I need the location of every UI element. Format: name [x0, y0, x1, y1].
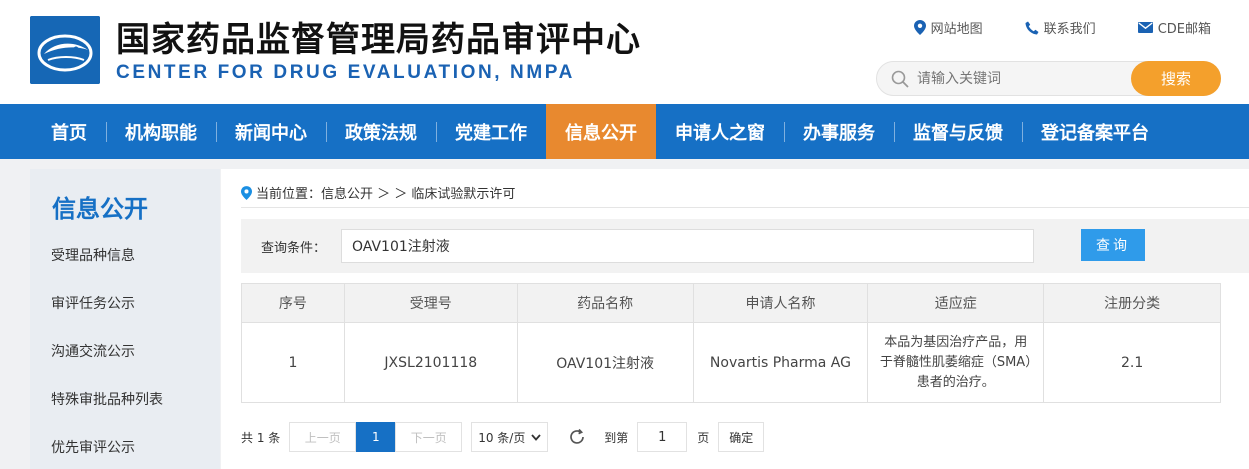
sitemap-link[interactable]: 网站地图	[913, 18, 983, 37]
site-header: 国家药品监督管理局药品审评中心 CENTER FOR DRUG EVALUATI…	[0, 0, 1249, 104]
sidebar-item-accepted[interactable]: 受理品种信息	[51, 246, 163, 294]
goto-page-input[interactable]	[637, 422, 688, 452]
nav-item-party[interactable]: 党建工作	[436, 104, 546, 159]
nav-item-services[interactable]: 办事服务	[784, 104, 894, 159]
nav-item-applicant[interactable]: 申请人之窗	[656, 104, 784, 159]
nav-item-functions[interactable]: 机构职能	[106, 104, 216, 159]
contact-link-label: 联系我们	[1043, 22, 1096, 37]
pager-total: 共 1 条	[241, 430, 281, 445]
location-pin-icon	[241, 185, 252, 200]
table-header-row: 序号 受理号 药品名称 申请人名称 适应症 注册分类	[241, 283, 1221, 323]
logo-emblem-icon	[30, 16, 100, 84]
cell-drug-name: OAV101注射液	[516, 322, 694, 403]
email-link[interactable]: CDE邮箱	[1137, 18, 1211, 37]
chevron-down-icon	[531, 433, 542, 441]
cell-index: 1	[241, 322, 345, 403]
nav-item-policy[interactable]: 政策法规	[326, 104, 436, 159]
sidebar-title: 信息公开	[52, 195, 148, 223]
cell-category: 2.1	[1043, 322, 1221, 403]
query-label: 查询条件：	[261, 241, 327, 256]
col-header-accept-no: 受理号	[343, 283, 518, 323]
search-input[interactable]	[917, 62, 1127, 95]
mail-icon	[1137, 22, 1153, 33]
sidebar-item-priority-review[interactable]: 优先审评公示	[51, 438, 163, 469]
breadcrumb-divider	[241, 207, 1249, 208]
query-button[interactable]: 查询	[1081, 229, 1145, 261]
col-header-category: 注册分类	[1043, 283, 1221, 323]
breadcrumb: 当前位置：信息公开 ＞ ＞ 临床试验默示许可	[241, 183, 515, 202]
nav-item-home[interactable]: 首页	[32, 104, 106, 159]
prev-page-button[interactable]: 上一页	[289, 422, 357, 452]
sidebar: 信息公开 受理品种信息 审评任务公示 沟通交流公示 特殊审批品种列表 优先审评公…	[30, 169, 220, 469]
pagination: 共 1 条 上一页 1 下一页 10 条/页 到第 页 确定	[241, 422, 765, 452]
nav-item-feedback[interactable]: 监督与反馈	[894, 104, 1022, 159]
next-page-button[interactable]: 下一页	[395, 422, 463, 452]
col-header-drug-name: 药品名称	[516, 283, 694, 323]
site-search: 搜索	[876, 61, 1221, 96]
goto-label: 到第	[604, 430, 629, 445]
col-header-indication: 适应症	[867, 283, 1045, 323]
page-size-value: 10 条/页	[478, 430, 526, 445]
site-title-en: CENTER FOR DRUG EVALUATION, NMPA	[116, 62, 575, 83]
query-input[interactable]	[341, 229, 1034, 263]
sidebar-item-review-tasks[interactable]: 审评任务公示	[51, 294, 163, 342]
search-icon	[891, 70, 909, 88]
main-content: 当前位置：信息公开 ＞ ＞ 临床试验默示许可 查询条件： 查询 序号 受理号 药…	[221, 169, 1249, 469]
refresh-icon[interactable]	[568, 428, 586, 446]
main-nav: 首页 机构职能 新闻中心 政策法规 党建工作 信息公开 申请人之窗 办事服务 监…	[0, 104, 1249, 159]
sitemap-link-label: 网站地图	[930, 22, 983, 37]
query-bar: 查询条件： 查询	[241, 219, 1249, 273]
top-links: 网站地图 联系我们 CDE邮箱	[913, 18, 1211, 37]
cde-logo[interactable]	[30, 16, 100, 84]
breadcrumb-text: 当前位置：信息公开 ＞ ＞ 临床试验默示许可	[256, 187, 516, 202]
page-unit-label: 页	[697, 430, 710, 445]
current-page-button[interactable]: 1	[356, 422, 396, 452]
nav-item-news[interactable]: 新闻中心	[216, 104, 326, 159]
col-header-index: 序号	[241, 283, 345, 323]
site-title-cn: 国家药品监督管理局药品审评中心	[116, 20, 641, 60]
cell-applicant: Novartis Pharma AG	[692, 322, 869, 403]
contact-link[interactable]: 联系我们	[1025, 18, 1096, 37]
col-header-applicant: 申请人名称	[692, 283, 869, 323]
cell-accept-no: JXSL2101118	[343, 322, 518, 403]
search-button[interactable]: 搜索	[1131, 61, 1221, 96]
goto-confirm-button[interactable]: 确定	[718, 422, 765, 452]
nav-item-registration[interactable]: 登记备案平台	[1022, 104, 1168, 159]
phone-icon	[1025, 21, 1039, 34]
email-link-label: CDE邮箱	[1157, 22, 1211, 37]
results-table: 序号 受理号 药品名称 申请人名称 适应症 注册分类 1 JXSL2101118…	[241, 283, 1221, 403]
table-row[interactable]: 1 JXSL2101118 OAV101注射液 Novartis Pharma …	[241, 322, 1221, 403]
sidebar-list: 受理品种信息 审评任务公示 沟通交流公示 特殊审批品种列表 优先审评公示	[51, 246, 163, 469]
sidebar-item-communication[interactable]: 沟通交流公示	[51, 342, 163, 390]
nav-item-info-public[interactable]: 信息公开	[546, 104, 656, 159]
sidebar-item-special-approval[interactable]: 特殊审批品种列表	[51, 390, 163, 438]
map-pin-icon	[913, 20, 926, 35]
page-size-select[interactable]: 10 条/页	[471, 422, 549, 452]
cell-indication: 本品为基因治疗产品，用于脊髓性肌萎缩症（SMA）患者的治疗。	[867, 322, 1045, 403]
